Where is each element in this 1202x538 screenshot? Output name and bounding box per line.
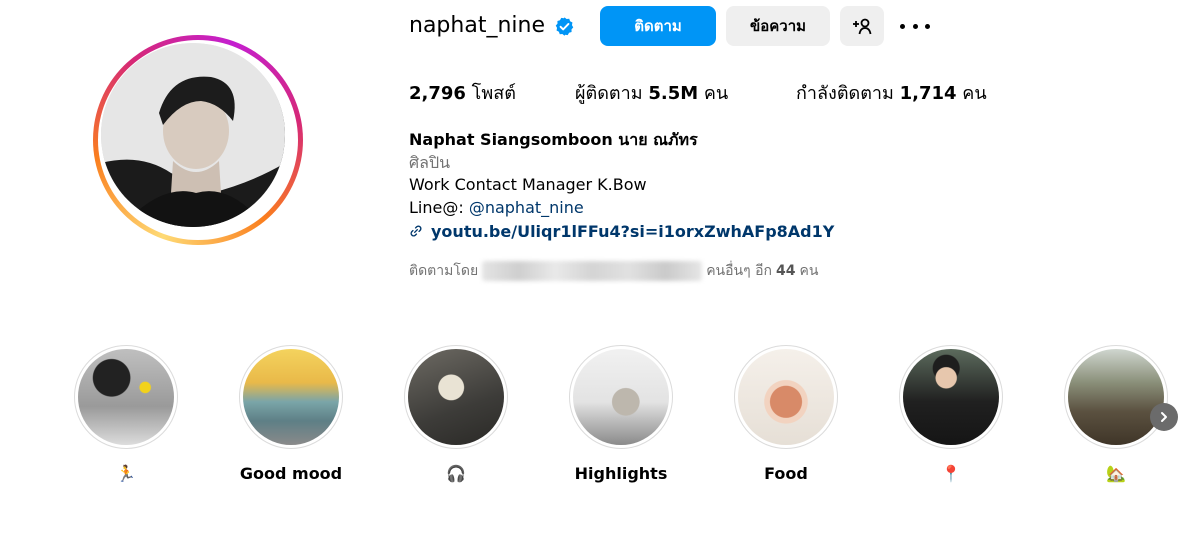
highlight-image	[573, 349, 669, 445]
highlight-cover[interactable]	[899, 345, 1003, 449]
highlight-item[interactable]: Highlights	[566, 345, 676, 485]
profile-avatar[interactable]	[101, 43, 285, 227]
highlight-label: 🏡	[1106, 464, 1126, 483]
highlight-label: 📍	[941, 464, 961, 483]
line-prefix: Line@:	[409, 198, 469, 217]
highlight-image	[903, 349, 999, 445]
followed-by-prefix: ติดตามโดย	[409, 263, 479, 279]
work-contact: Work Contact Manager K.Bow	[409, 175, 647, 194]
chevron-right-icon	[1161, 412, 1167, 422]
highlight-cover[interactable]	[569, 345, 673, 449]
highlight-cover[interactable]	[404, 345, 508, 449]
highlight-item[interactable]: Food	[731, 345, 841, 485]
highlight-image	[243, 349, 339, 445]
profile-page: naphat_nine ติดตาม ข้อความ 2,796 โพสต์ ผ…	[0, 0, 1202, 538]
bio-link[interactable]: youtu.be/Uliqr1lFFu4?si=i1orxZwhAFp8Ad1Y	[409, 219, 834, 243]
followed-by[interactable]: ติดตามโดย คนอื่นๆ อีก 44 คน	[409, 260, 818, 282]
profile-category: ศิลปิน	[409, 153, 451, 172]
highlight-label: 🎧	[446, 464, 466, 483]
link-icon	[410, 225, 422, 237]
posts-value: 2,796	[409, 83, 466, 104]
more-dot	[925, 23, 930, 29]
followers-link[interactable]: ผู้ติดตาม 5.5M คน	[575, 80, 728, 108]
highlight-label: Highlights	[574, 464, 668, 483]
highlight-item[interactable]: 📍	[896, 345, 1006, 485]
suggested-users-button[interactable]	[840, 6, 884, 46]
followed-by-others: คนอื่นๆ อีก	[706, 263, 772, 279]
highlight-cover[interactable]	[239, 345, 343, 449]
highlight-label: Food	[764, 464, 808, 483]
line-contact: Line@: @naphat_nine	[409, 197, 584, 219]
following-label: กำลังติดตาม	[796, 83, 894, 104]
line-mention-link[interactable]: @naphat_nine	[469, 198, 584, 217]
highlight-image	[738, 349, 834, 445]
highlight-label: Good mood	[239, 464, 343, 483]
more-options-button[interactable]	[900, 14, 930, 38]
highlight-label: 🏃	[116, 464, 136, 483]
story-ring[interactable]	[93, 35, 303, 245]
followed-by-unit: คน	[799, 263, 819, 279]
followers-label: ผู้ติดตาม	[575, 83, 643, 104]
highlight-item[interactable]: Good mood	[236, 345, 346, 485]
bio-link-text: youtu.be/Uliqr1lFFu4?si=i1orxZwhAFp8Ad1Y	[431, 221, 835, 241]
followers-value: 5.5M	[648, 83, 699, 104]
followed-by-count: 44	[775, 263, 796, 279]
follow-button[interactable]: ติดตาม	[600, 6, 716, 46]
following-value: 1,714	[899, 83, 957, 104]
following-link[interactable]: กำลังติดตาม 1,714 คน	[796, 80, 987, 108]
highlight-cover[interactable]	[1064, 345, 1168, 449]
highlights-next-button[interactable]	[1150, 403, 1178, 431]
following-unit: คน	[962, 83, 987, 104]
verified-badge-icon	[555, 17, 574, 36]
highlight-cover[interactable]	[74, 345, 178, 449]
highlight-item[interactable]: 🏃	[71, 345, 181, 485]
message-button[interactable]: ข้อความ	[726, 6, 830, 46]
highlight-image	[1068, 349, 1164, 445]
posts-label: โพสต์	[471, 83, 516, 104]
blurred-usernames	[482, 261, 703, 281]
highlight-cover[interactable]	[734, 345, 838, 449]
posts-count: 2,796 โพสต์	[409, 80, 516, 108]
more-horizontal-icon	[900, 23, 905, 29]
more-dot	[912, 23, 918, 29]
avatar-illustration	[101, 43, 285, 227]
highlight-image	[408, 349, 504, 445]
profile-username: naphat_nine	[409, 13, 545, 38]
highlight-item[interactable]: 🎧	[401, 345, 511, 485]
full-name: Naphat Siangsomboon นาย ณภัทร	[409, 130, 698, 149]
add-user-icon	[853, 18, 872, 35]
highlight-image	[78, 349, 174, 445]
followers-unit: คน	[703, 83, 729, 104]
